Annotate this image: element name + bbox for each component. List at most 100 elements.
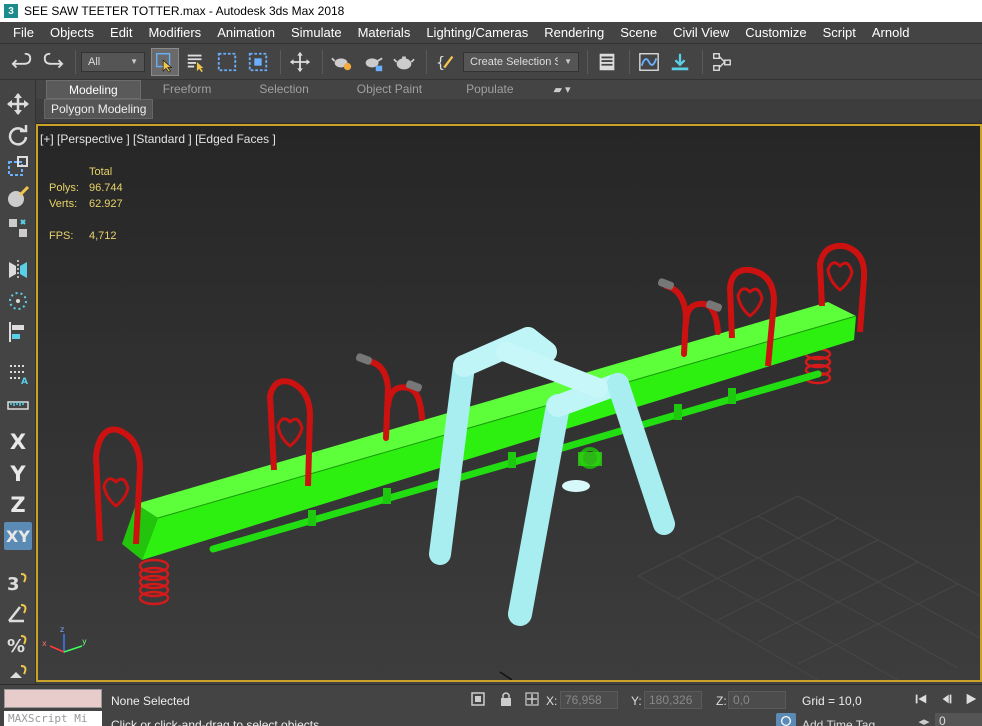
- rendered-frame-window-button[interactable]: [359, 48, 387, 76]
- handle-grip-left: [355, 353, 373, 365]
- x-coord-field[interactable]: 76,958: [560, 691, 618, 709]
- tab-populate[interactable]: Populate: [444, 80, 535, 99]
- lock-icon: [501, 692, 511, 706]
- main-toolbar: All ▼ { Create Selection Se ▼: [0, 44, 982, 80]
- menu-modifiers[interactable]: Modifiers: [135, 25, 201, 40]
- edit-named-selection-button[interactable]: {: [432, 48, 460, 76]
- menu-edit[interactable]: Edit: [97, 25, 132, 40]
- 3d-snap-toggle-button[interactable]: 3: [4, 568, 32, 596]
- axis-constraint-y-button[interactable]: Y: [4, 460, 32, 488]
- align-to-ground-button[interactable]: [666, 48, 694, 76]
- menu-civil-view[interactable]: Civil View: [660, 25, 729, 40]
- scale-tool-button[interactable]: [4, 152, 32, 180]
- fps-label: FPS:: [49, 230, 74, 242]
- angle-snap-toggle-button[interactable]: [4, 599, 32, 627]
- teapot-gear-icon: [331, 57, 352, 70]
- frame-spinner-icon[interactable]: ◂▸: [916, 714, 932, 726]
- select-and-move-button[interactable]: [286, 48, 314, 76]
- play-button[interactable]: [962, 691, 980, 707]
- tab-freeform[interactable]: Freeform: [141, 80, 234, 99]
- menu-simulate[interactable]: Simulate: [278, 25, 342, 40]
- svg-text:x: x: [42, 639, 47, 648]
- undo-icon: [11, 52, 32, 68]
- scene-statistics: Total Polys: 96.744 Verts: 62.927 FPS: 4,71…: [49, 164, 123, 244]
- toolbar-separator: [702, 49, 703, 74]
- window-crossing-button[interactable]: [244, 48, 272, 76]
- polys-label: Polys:: [49, 182, 79, 194]
- menu-arnold[interactable]: Arnold: [859, 25, 910, 40]
- z-coord-field[interactable]: 0,0: [728, 691, 786, 709]
- layer-explorer-button[interactable]: [593, 48, 621, 76]
- percent-snap-toggle-button[interactable]: %: [4, 630, 32, 658]
- menu-animation[interactable]: Animation: [204, 25, 275, 40]
- undo-button[interactable]: [8, 48, 36, 76]
- named-selection-set-dropdown[interactable]: Create Selection Se ▼: [463, 51, 579, 72]
- selection-filter-dropdown[interactable]: All ▼: [81, 51, 145, 72]
- window-crossing-icon: [248, 52, 268, 71]
- current-frame-field[interactable]: 0: [935, 713, 982, 726]
- home-grid: [637, 495, 980, 680]
- polygon-modeling-panel-button[interactable]: Polygon Modeling: [44, 99, 154, 119]
- curve-editor-button[interactable]: [635, 48, 663, 76]
- viewport-label[interactable]: [+] [Perspective ] [Standard ] [Edged Fa…: [40, 132, 276, 146]
- selection-lock-button[interactable]: [498, 691, 514, 707]
- snap-3d-icon: 3: [7, 573, 27, 594]
- tab-object-paint[interactable]: Object Paint: [331, 80, 444, 99]
- menu-rendering[interactable]: Rendering: [531, 25, 604, 40]
- move-tool-button[interactable]: [4, 90, 32, 118]
- dot-grid-button[interactable]: A: [4, 360, 32, 388]
- stats-header: Total: [89, 166, 113, 178]
- toolbar-separator: [75, 49, 76, 74]
- mirror-tool-button[interactable]: [4, 256, 32, 284]
- svg-text:{: {: [436, 54, 445, 71]
- selection-status: None Selected: [111, 694, 190, 708]
- absolute-transform-button[interactable]: [524, 691, 540, 707]
- go-to-start-button[interactable]: [912, 691, 930, 707]
- menu-objects[interactable]: Objects: [37, 25, 94, 40]
- menu-lighting-cameras[interactable]: Lighting/Cameras: [413, 25, 528, 40]
- render-setup-button[interactable]: [328, 48, 356, 76]
- menu-scene[interactable]: Scene: [607, 25, 657, 40]
- mirror-icon: [9, 260, 27, 280]
- rectangular-selection-button[interactable]: [213, 48, 241, 76]
- align-tool-button[interactable]: [4, 318, 32, 346]
- svg-text:z: z: [60, 625, 64, 634]
- ribbon-panel: Polygon Modeling: [36, 99, 982, 124]
- snap-icon: [9, 219, 27, 237]
- menu-customize[interactable]: Customize: [732, 25, 806, 40]
- key-mode-button[interactable]: [776, 713, 796, 726]
- select-object-button[interactable]: [151, 47, 179, 76]
- schematic-view-button[interactable]: [708, 48, 736, 76]
- axis-constraint-xy-button[interactable]: XY: [4, 522, 32, 550]
- measure-tool-button[interactable]: [4, 391, 32, 419]
- perspective-viewport[interactable]: z x y [+] [Perspective ] [Standard ] [Ed…: [36, 124, 982, 682]
- menu-materials[interactable]: Materials: [345, 25, 411, 40]
- snaps-toggle-button[interactable]: [4, 214, 32, 242]
- y-coord-field[interactable]: 180,326: [644, 691, 702, 709]
- add-time-tag-button[interactable]: Add Time Tag: [802, 718, 875, 726]
- maxscript-mini-listener-input[interactable]: MAXScript Mi: [4, 711, 102, 726]
- array-tool-button[interactable]: [4, 287, 32, 315]
- redo-icon: [43, 52, 64, 68]
- teapot-render-icon: [365, 57, 383, 71]
- toolbar-separator: [629, 49, 630, 74]
- rotate-tool-button[interactable]: [4, 121, 32, 149]
- menu-script[interactable]: Script: [810, 25, 856, 40]
- ribbon-options-icon[interactable]: ▰ ▾: [554, 83, 571, 96]
- axis-constraint-z-button[interactable]: Z: [4, 491, 32, 519]
- axis-constraint-x-button[interactable]: X: [4, 428, 32, 456]
- isolate-selection-button[interactable]: [470, 691, 486, 707]
- spinner-snap-icon: [10, 665, 27, 678]
- left-command-bar: A X Y Z XY 3 %: [0, 80, 36, 684]
- redo-button[interactable]: [39, 48, 67, 76]
- select-by-name-button[interactable]: [182, 48, 210, 76]
- maxscript-listener-output[interactable]: [4, 689, 102, 708]
- previous-frame-button[interactable]: [938, 691, 956, 707]
- place-tool-button[interactable]: [4, 183, 32, 211]
- menu-file[interactable]: File: [0, 25, 34, 40]
- title-bar: 3 SEE SAW TEETER TOTTER.max - Autodesk 3…: [0, 0, 982, 22]
- tab-modeling[interactable]: Modeling: [46, 80, 141, 99]
- render-production-button[interactable]: [390, 48, 418, 76]
- tab-selection[interactable]: Selection: [233, 80, 330, 99]
- previous-frame-icon: [942, 694, 952, 704]
